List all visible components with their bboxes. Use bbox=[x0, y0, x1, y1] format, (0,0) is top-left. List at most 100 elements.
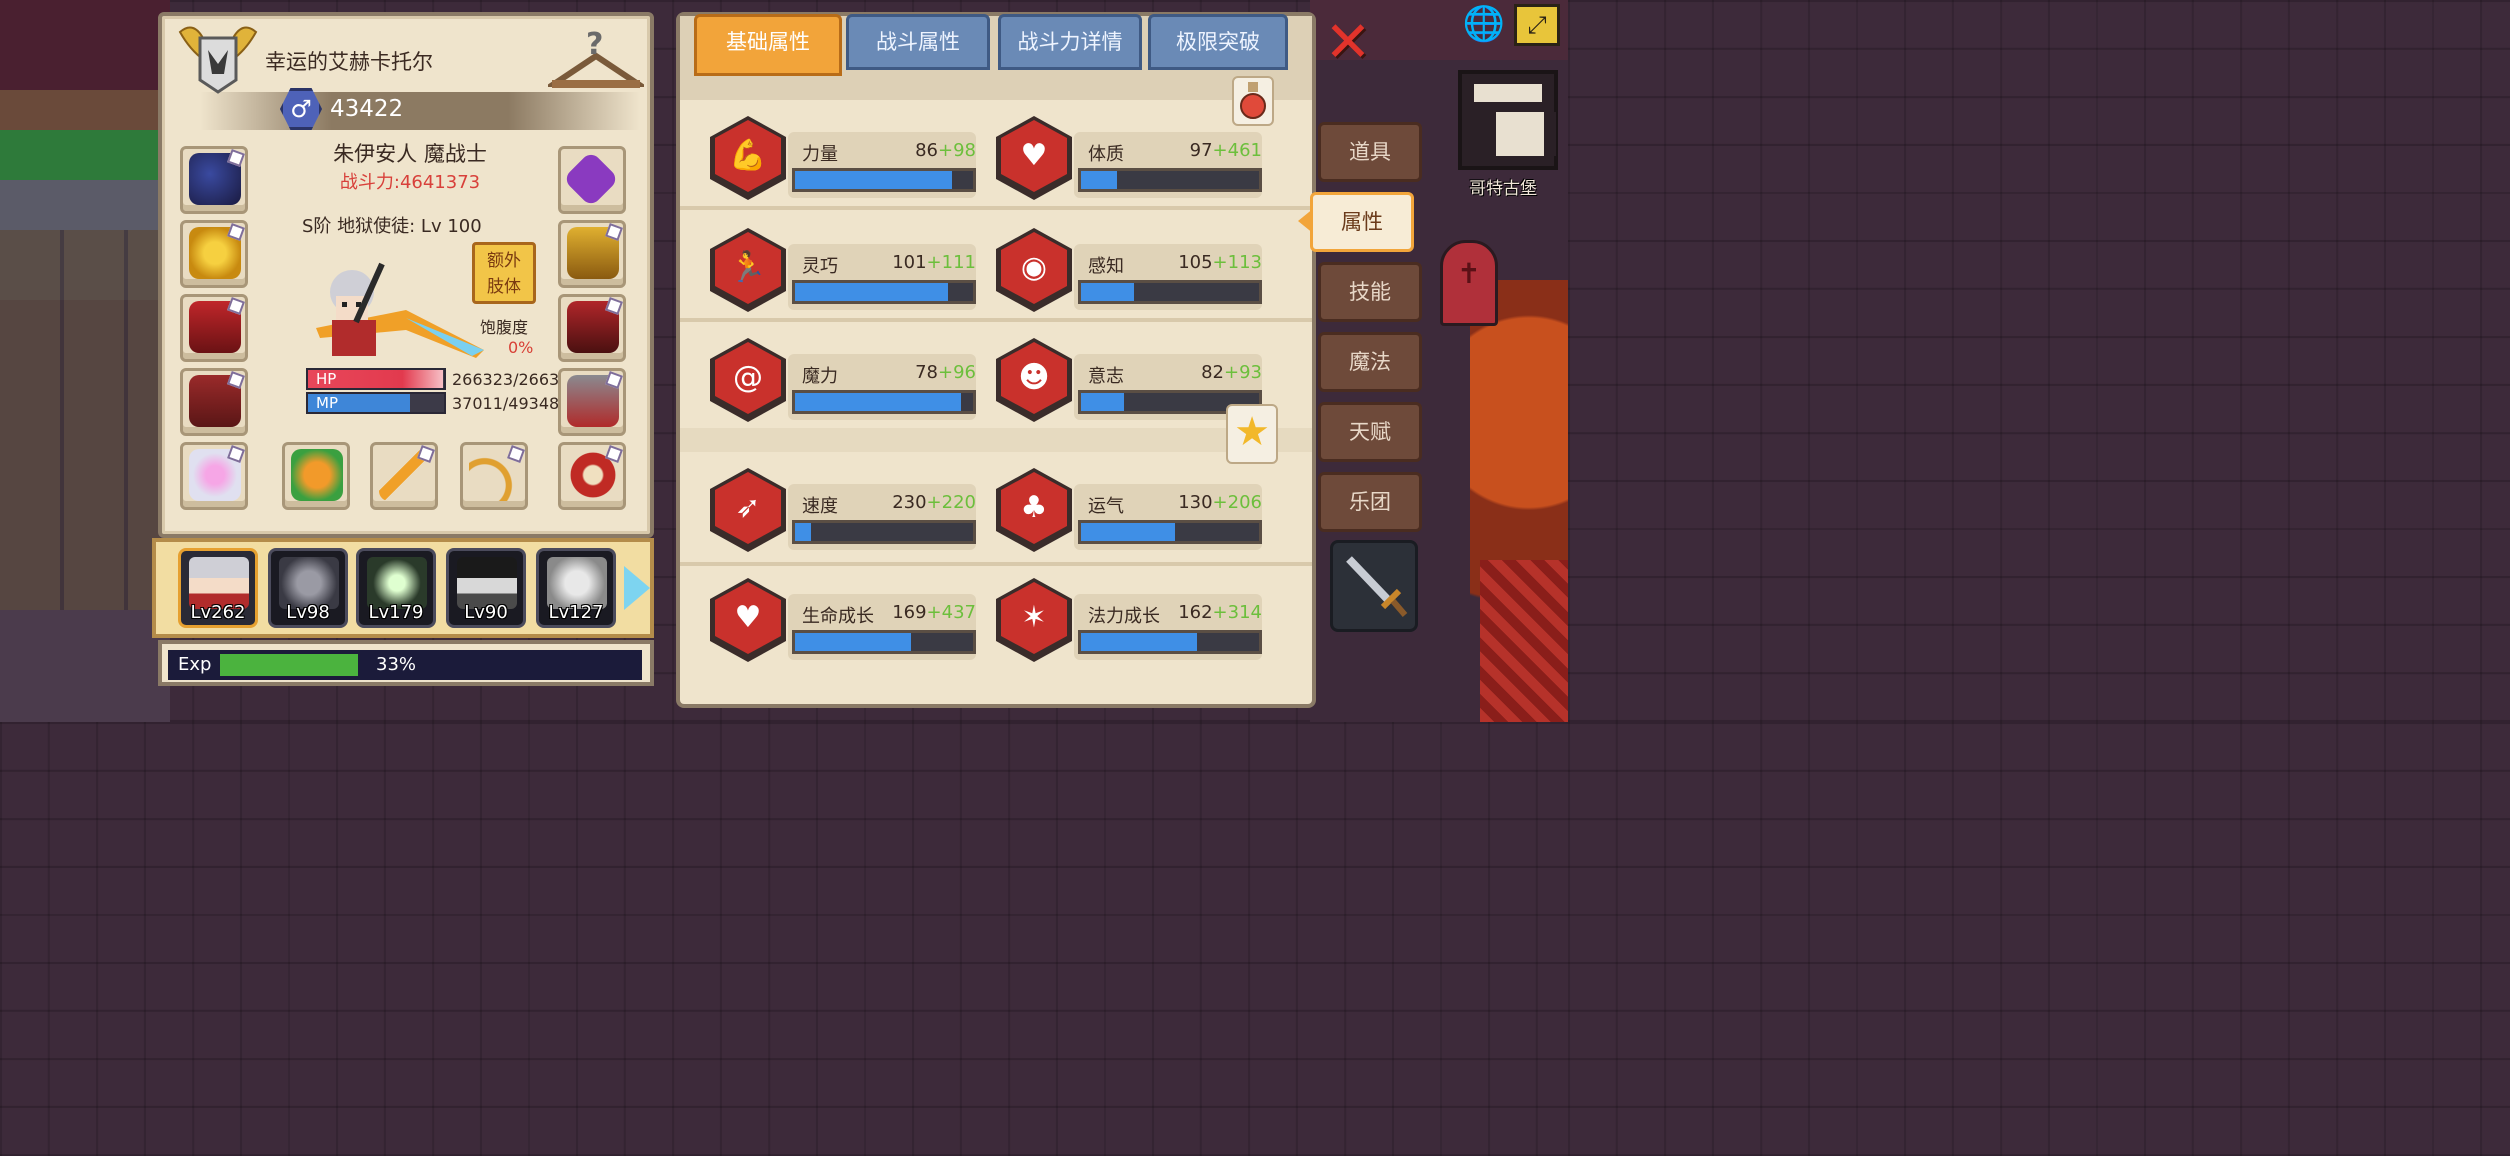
side-menu-band[interactable]: 乐团 bbox=[1318, 472, 1422, 532]
equip-slot-gem[interactable] bbox=[558, 146, 626, 214]
exp-bar-fill bbox=[220, 654, 358, 676]
stat-mana-growth: ✶ 法力成长 162+314 bbox=[996, 576, 1276, 666]
hunger-label: 饱腹度 bbox=[480, 318, 529, 337]
stat-bar bbox=[792, 280, 976, 304]
stat-constitution: ♥ 体质 97+461 bbox=[996, 114, 1276, 204]
stat-perception: ◉ 感知 105+113 bbox=[996, 226, 1276, 316]
stat-name: 魔力 bbox=[802, 366, 838, 387]
stat-value: 82+93 bbox=[1201, 362, 1262, 383]
equip-slot-accessory[interactable] bbox=[180, 442, 248, 510]
party-member-4[interactable]: Lv90 bbox=[446, 548, 526, 628]
tab-basic-attributes[interactable]: 基础属性 bbox=[694, 14, 842, 76]
fruit-icon bbox=[291, 449, 343, 501]
party-member-1[interactable]: Lv262 bbox=[178, 548, 258, 628]
equip-slot-offhand[interactable] bbox=[282, 442, 350, 510]
globe-icon[interactable]: 🌐 bbox=[1462, 4, 1506, 44]
party-member-3[interactable]: Lv179 bbox=[356, 548, 436, 628]
equip-slot-armor[interactable] bbox=[180, 294, 248, 362]
hp-text: 266323/2663 bbox=[452, 370, 560, 389]
stat-name: 运气 bbox=[1088, 496, 1124, 517]
equip-slot-cloak[interactable] bbox=[180, 368, 248, 436]
sword-shortcut[interactable] bbox=[1330, 540, 1418, 632]
world-floor-tiles bbox=[0, 230, 160, 610]
side-menu-talent[interactable]: 天赋 bbox=[1318, 402, 1422, 462]
stat-name: 感知 bbox=[1088, 256, 1124, 277]
equip-slot-necklace[interactable] bbox=[180, 220, 248, 288]
stat-name: 生命成长 bbox=[802, 606, 874, 627]
stat-speed: ➶ 速度 230+220 bbox=[710, 466, 990, 556]
hp-tag: HP bbox=[316, 370, 337, 388]
hp-bar: HP bbox=[306, 368, 446, 390]
sword-icon bbox=[1346, 556, 1408, 617]
stat-bar bbox=[792, 630, 976, 654]
stat-life-growth: ♥ 生命成长 169+437 bbox=[710, 576, 990, 666]
mp-tag: MP bbox=[316, 394, 338, 412]
stat-name: 体质 bbox=[1088, 144, 1124, 165]
side-menu-items[interactable]: 道具 bbox=[1318, 122, 1422, 182]
stat-value: 78+96 bbox=[915, 362, 976, 383]
side-menu-attributes[interactable]: 属性 bbox=[1310, 192, 1414, 252]
hero-sprite bbox=[316, 262, 484, 358]
stat-value: 86+98 bbox=[915, 140, 976, 161]
stat-strength: 💪 力量 86+98 bbox=[710, 114, 990, 204]
row-divider bbox=[680, 562, 1312, 566]
party-member-2[interactable]: Lv98 bbox=[268, 548, 348, 628]
gravestone bbox=[1440, 240, 1498, 326]
power-banner bbox=[200, 92, 640, 130]
castle-label: 哥特古堡 bbox=[1469, 179, 1537, 199]
party-member-level: Lv98 bbox=[286, 602, 330, 623]
equip-slot-weapon[interactable] bbox=[370, 442, 438, 510]
party-member-5[interactable]: Lv127 bbox=[536, 548, 616, 628]
close-icon[interactable]: ✕ bbox=[1322, 15, 1374, 71]
equip-slot-ring[interactable] bbox=[558, 442, 626, 510]
exp-percent: 33% bbox=[376, 654, 417, 675]
stat-bar bbox=[1078, 630, 1262, 654]
party-member-level: Lv90 bbox=[464, 602, 508, 623]
party-member-level: Lv262 bbox=[190, 602, 246, 623]
red-foliage bbox=[1480, 560, 1568, 722]
rank-emblem-icon bbox=[178, 26, 258, 94]
row-divider bbox=[680, 428, 1312, 452]
mp-bar: MP bbox=[306, 392, 446, 414]
side-menu-skills[interactable]: 技能 bbox=[1318, 262, 1422, 322]
equip-slot-belt[interactable] bbox=[558, 294, 626, 362]
fullscreen-icon[interactable]: ⤢ bbox=[1514, 4, 1560, 46]
tab-power-details[interactable]: 战斗力详情 bbox=[998, 14, 1142, 70]
row-divider bbox=[680, 206, 1312, 210]
castle-icon[interactable] bbox=[1458, 70, 1558, 170]
stat-value: 105+113 bbox=[1178, 252, 1262, 273]
stat-bar bbox=[1078, 520, 1262, 544]
stat-value: 169+437 bbox=[892, 602, 976, 623]
stat-dexterity: 🏃 灵巧 101+111 bbox=[710, 226, 990, 316]
party-member-level: Lv127 bbox=[548, 602, 604, 623]
equip-slot-helmet[interactable] bbox=[180, 146, 248, 214]
stat-value: 101+111 bbox=[892, 252, 976, 273]
stat-value: 230+220 bbox=[892, 492, 976, 513]
stat-luck: ♣ 运气 130+206 bbox=[996, 466, 1276, 556]
stat-value: 162+314 bbox=[1178, 602, 1262, 623]
stat-value: 130+206 bbox=[1178, 492, 1262, 513]
stat-name: 意志 bbox=[1088, 366, 1124, 387]
equip-slot-gauntlet[interactable] bbox=[558, 220, 626, 288]
star-icon[interactable]: ★ bbox=[1226, 404, 1278, 464]
stat-name: 灵巧 bbox=[802, 256, 838, 277]
side-menu-magic[interactable]: 魔法 bbox=[1318, 332, 1422, 392]
battle-power: 战斗力:4641373 bbox=[339, 172, 481, 193]
equip-slot-bow[interactable] bbox=[460, 442, 528, 510]
purple-gem-icon bbox=[562, 150, 620, 208]
party-member-level: Lv179 bbox=[368, 602, 424, 623]
row-divider bbox=[680, 318, 1312, 322]
stat-name: 速度 bbox=[802, 496, 838, 517]
hanger-icon[interactable]: ? bbox=[548, 28, 644, 94]
stat-bar bbox=[1078, 168, 1262, 192]
tab-combat-attributes[interactable]: 战斗属性 bbox=[846, 14, 990, 70]
svg-text:?: ? bbox=[586, 28, 603, 62]
stat-name: 力量 bbox=[802, 144, 838, 165]
equip-slot-boots[interactable] bbox=[558, 368, 626, 436]
stat-bar bbox=[792, 390, 976, 414]
tab-limit-break[interactable]: 极限突破 bbox=[1148, 14, 1288, 70]
exp-track bbox=[220, 654, 358, 676]
power-value: 43422 bbox=[330, 96, 404, 122]
stat-bar bbox=[792, 168, 976, 192]
hunger-value: 0% bbox=[508, 338, 534, 357]
